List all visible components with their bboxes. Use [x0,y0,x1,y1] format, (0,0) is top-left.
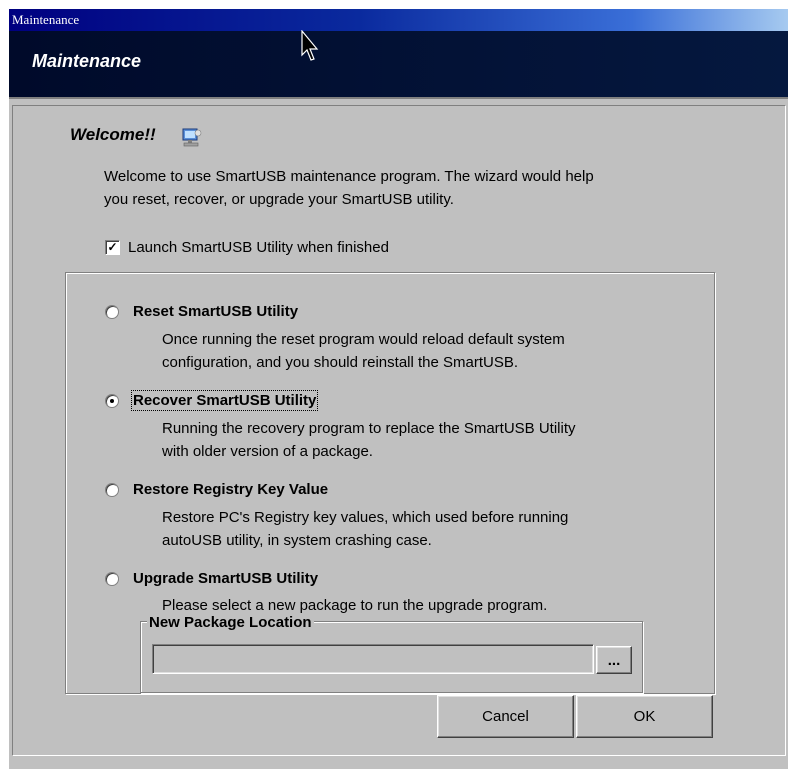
option-description-line: autoUSB utility, in system crashing case… [162,532,432,549]
welcome-title: Welcome!! [70,125,156,144]
cancel-button[interactable]: Cancel [437,695,574,738]
computer-icon [182,128,202,147]
radio-selected-dot [110,399,114,403]
option-description-line: with older version of a package. [162,443,373,460]
header-banner: Maintenance [9,31,788,99]
option-recover-label[interactable]: Recover SmartUSB Utility [130,390,319,411]
header-title: Maintenance [32,51,142,71]
radio-upgrade[interactable] [105,572,119,586]
option-description-line: configuration, and you should reinstall … [162,354,519,371]
option-reset-description: Once running the reset program would rel… [162,328,682,374]
option-description-line: Once running the reset program would rel… [162,331,565,348]
welcome-description-line: Welcome to use SmartUSB maintenance prog… [104,168,594,185]
package-location-legend: New Package Location [147,614,314,631]
option-recover-description: Running the recovery program to replace … [162,417,682,463]
welcome-description-line: you reset, recover, or upgrade your Smar… [104,191,454,208]
launch-checkbox-label[interactable]: Launch SmartUSB Utility when finished [128,239,389,256]
option-description-line: Running the recovery program to replace … [162,420,576,437]
launch-checkbox-row[interactable]: ✓ Launch SmartUSB Utility when finished [105,237,389,257]
launch-checkbox[interactable]: ✓ [105,239,120,255]
window-title: Maintenance [12,12,80,27]
option-restore-registry-description: Restore PC's Registry key values, which … [162,506,682,552]
ok-button[interactable]: OK [576,695,713,738]
option-description-line: Restore PC's Registry key values, which … [162,509,569,526]
radio-restore-registry[interactable] [105,483,119,497]
welcome-description: Welcome to use SmartUSB maintenance prog… [104,165,724,211]
radio-recover[interactable] [105,394,119,408]
radio-reset[interactable] [105,305,119,319]
option-restore-registry-label[interactable]: Restore Registry Key Value [133,481,328,498]
browse-button[interactable]: ... [596,646,632,674]
mouse-pointer-icon [301,30,319,61]
package-location-input[interactable] [152,644,594,674]
title-bar[interactable]: Maintenance [9,9,788,31]
option-reset-label[interactable]: Reset SmartUSB Utility [133,303,298,320]
option-upgrade-label[interactable]: Upgrade SmartUSB Utility [133,570,318,587]
